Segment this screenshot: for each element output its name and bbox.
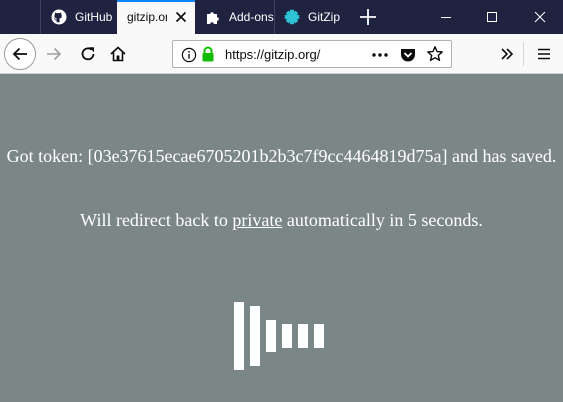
maximize-icon (487, 12, 497, 22)
loader-bar (234, 302, 244, 370)
home-icon (110, 46, 126, 62)
reload-button[interactable] (76, 42, 100, 66)
minimize-button[interactable] (423, 0, 469, 34)
tab-github[interactable]: GitHub (40, 0, 117, 34)
tab-strip: GitHub gitzip.org Add-ons GitZip (0, 0, 563, 34)
page-actions-icon[interactable] (371, 48, 389, 62)
pocket-icon[interactable] (399, 46, 417, 64)
loader-bar (250, 306, 260, 366)
token-message: Got token: [03e37615ecae6705201b2b3c7f9c… (6, 146, 557, 166)
overflow-menu-button[interactable] (495, 42, 519, 66)
puzzle-icon (207, 12, 219, 24)
tab-label: GitZip (308, 10, 341, 24)
close-icon (534, 11, 545, 23)
loader-bar (314, 324, 324, 348)
forward-arrow-icon (47, 47, 62, 61)
minimize-icon (441, 17, 451, 18)
tab-gitzip-org[interactable]: gitzip.org (117, 0, 195, 34)
page-content: Got token: [03e37615ecae6705201b2b3c7f9c… (0, 75, 563, 402)
home-button[interactable] (106, 42, 130, 66)
lock-icon[interactable] (201, 46, 215, 63)
bookmark-star-icon[interactable] (426, 45, 444, 63)
gitzip-icon (284, 9, 300, 25)
window-close-button[interactable] (516, 0, 563, 34)
maximize-button[interactable] (469, 0, 515, 34)
new-tab-icon[interactable] (356, 5, 380, 29)
tab-gitzip[interactable]: GitZip (274, 0, 352, 34)
loading-spinner (234, 302, 326, 370)
back-button[interactable] (4, 38, 36, 70)
hamburger-menu-icon (538, 48, 550, 60)
loader-bar (266, 320, 276, 352)
redirect-prefix: Will redirect back to (80, 210, 233, 230)
main-menu-button[interactable] (532, 42, 556, 66)
redirect-message: Will redirect back to private automatica… (0, 210, 563, 231)
chevron-double-right-icon (501, 48, 514, 60)
tab-add-ons[interactable]: Add-ons (195, 0, 274, 34)
navigation-toolbar: https://gitzip.org/ (0, 34, 563, 74)
address-bar[interactable]: https://gitzip.org/ (172, 40, 452, 68)
reload-icon (81, 47, 95, 61)
toolbar-separator (523, 42, 524, 66)
tab-label: GitHub (75, 10, 113, 24)
info-icon[interactable] (181, 47, 197, 63)
loader-bar (282, 324, 292, 348)
tab-label: gitzip.org (127, 10, 167, 24)
close-icon[interactable] (173, 9, 189, 25)
back-arrow-icon (12, 47, 27, 61)
tab-label: Add-ons (229, 10, 274, 24)
url-fade (317, 43, 345, 65)
github-icon (51, 9, 67, 25)
redirect-suffix: automatically in 5 seconds. (282, 210, 483, 230)
private-link[interactable]: private (232, 210, 282, 230)
forward-button[interactable] (42, 42, 66, 66)
loader-bar (298, 324, 308, 348)
